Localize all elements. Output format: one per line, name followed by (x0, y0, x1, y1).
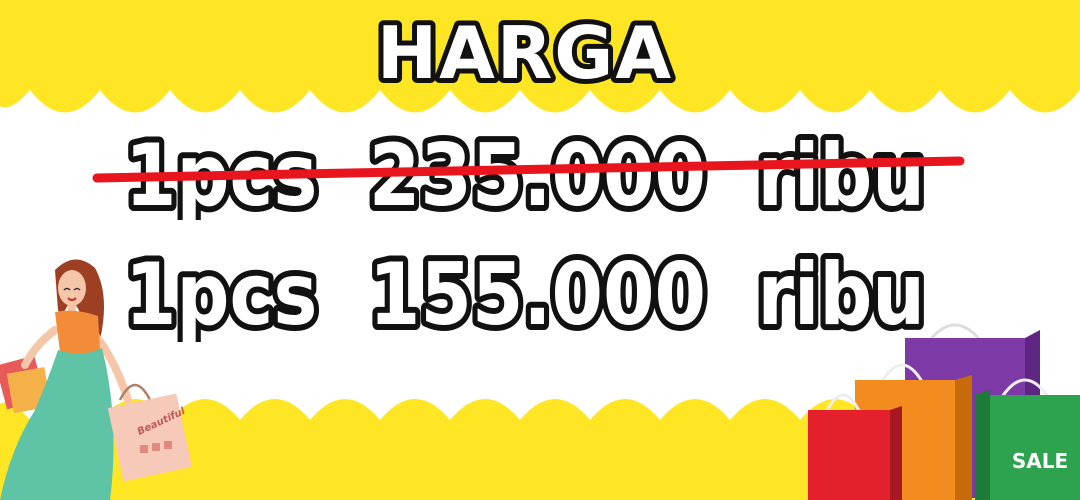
green-sale-bag: SALE (975, 378, 1080, 500)
price-banner: HARGA 1pcs 235.000 ribu 1pcs 155.000 rib… (0, 0, 1080, 500)
old-price-graphic: 1pcs 235.000 ribu (92, 120, 965, 220)
shopping-bags-illustration: SALE (808, 323, 1080, 500)
title-graphic: HARGA (372, 6, 676, 100)
sale-label: SALE (1012, 449, 1068, 473)
red-bag (808, 393, 902, 500)
shirt (55, 310, 100, 355)
beautiful-bag: Beautiful (107, 383, 192, 482)
page-title: HARGA (377, 11, 673, 95)
shopper-woman-illustration: Beautiful (0, 259, 192, 500)
